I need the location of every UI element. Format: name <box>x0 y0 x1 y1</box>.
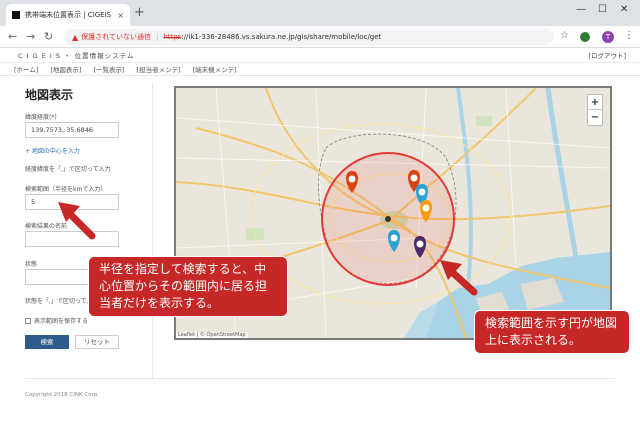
callout-circle-display: 検索範囲を示す円が地図上に表示される。 <box>474 310 630 354</box>
arrow-shaft <box>66 210 96 240</box>
annotation-arrows <box>58 202 478 296</box>
callout-radius-search: 半径を指定して検索すると、中心位置からその範囲内に居る担当者だけを表示する。 <box>88 256 288 317</box>
arrow-to-radius-icon <box>58 202 96 240</box>
arrow-to-circle-icon <box>440 260 478 296</box>
copyright-text: Copyright 2018 CINK Corp. <box>25 392 100 398</box>
arrow-shaft <box>448 268 478 296</box>
footer-divider <box>25 378 615 379</box>
